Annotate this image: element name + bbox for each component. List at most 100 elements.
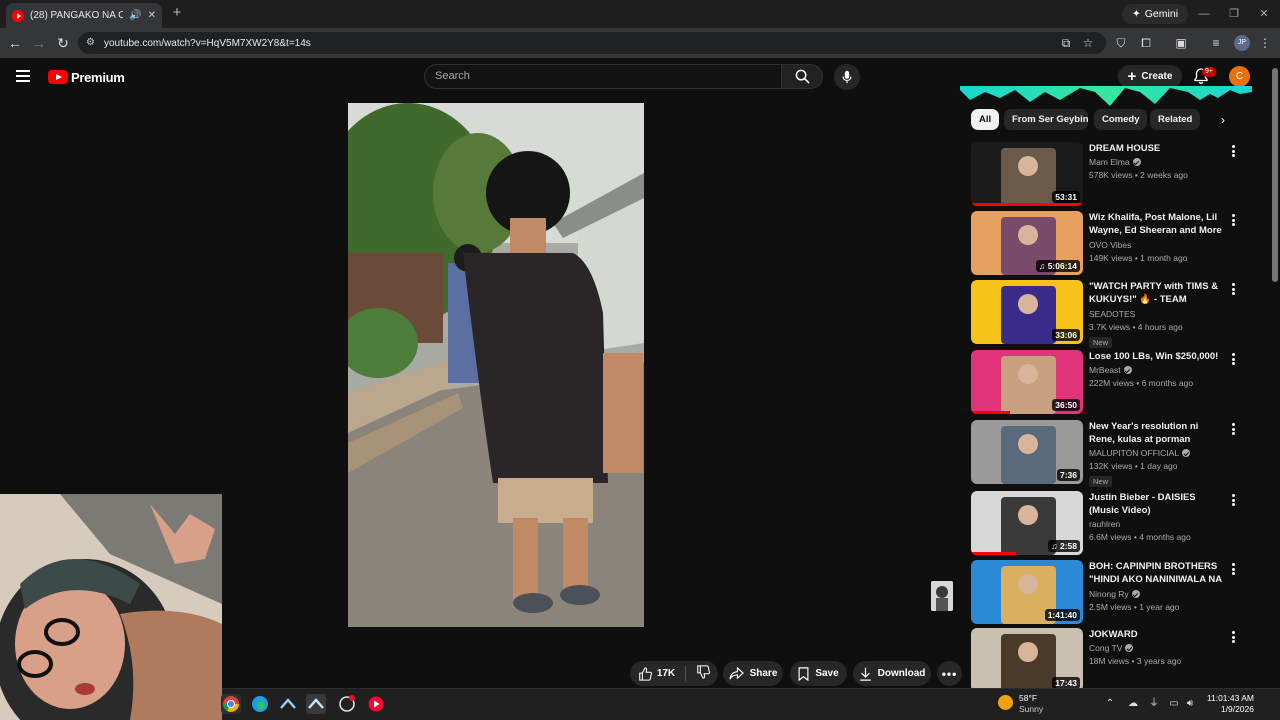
- account-avatar[interactable]: C: [1229, 66, 1250, 87]
- window-close-icon[interactable]: ✕: [1254, 5, 1274, 23]
- video-title[interactable]: BOH: CAPINPIN BROTHERS "HINDI AKO NANINI…: [1089, 560, 1225, 587]
- youtube-music-taskbar-icon[interactable]: [366, 694, 386, 714]
- speaker-icon[interactable]: 🔊: [129, 10, 141, 21]
- back-icon[interactable]: ←: [7, 35, 23, 51]
- hamburger-menu-icon[interactable]: [16, 68, 32, 84]
- video-thumbnail[interactable]: ♫ 2:58: [971, 491, 1083, 555]
- recommendation-item[interactable]: ♫ 2:58 Justin Bieber - DAISIES (Music Vid…: [971, 491, 1241, 555]
- new-tab-icon[interactable]: +: [170, 5, 184, 21]
- more-vertical-icon[interactable]: [1229, 282, 1237, 296]
- video-title[interactable]: "WATCH PARTY with TIMS & KUKUYS!" 🔥 - TE…: [1089, 280, 1225, 307]
- like-button[interactable]: 17K: [638, 666, 675, 681]
- channel-row[interactable]: SEADOTES: [1089, 309, 1225, 319]
- channel-name[interactable]: OVO Vibes: [1089, 240, 1131, 250]
- more-vertical-icon[interactable]: [1229, 630, 1237, 644]
- channel-name[interactable]: rauhlren: [1089, 519, 1120, 529]
- chip-related[interactable]: Related: [1150, 109, 1201, 130]
- browser-profile-avatar[interactable]: JP: [1234, 35, 1250, 51]
- search-input[interactable]: Search: [424, 64, 782, 89]
- gemini-button[interactable]: ✦ Gemini: [1122, 4, 1188, 24]
- channel-row[interactable]: Cong TV: [1089, 643, 1225, 653]
- chip-from-channel[interactable]: From Ser Geybin: [1004, 109, 1088, 130]
- channel-row[interactable]: MrBeast: [1089, 365, 1225, 375]
- recommendation-item[interactable]: 33:06 "WATCH PARTY with TIMS & KUKUYS!" 🔥…: [971, 280, 1241, 348]
- floating-thumbnail[interactable]: [931, 581, 953, 611]
- obs-taskbar-icon[interactable]: [337, 694, 357, 714]
- minimize-icon[interactable]: —: [1194, 5, 1214, 23]
- display-icon[interactable]: ▭: [1168, 698, 1180, 710]
- reload-icon[interactable]: ↻: [55, 35, 71, 51]
- more-vertical-icon[interactable]: [1229, 144, 1237, 158]
- recommendation-item[interactable]: 1:41:40 BOH: CAPINPIN BROTHERS "HINDI AKO…: [971, 560, 1241, 624]
- chevron-right-icon[interactable]: ›: [1214, 111, 1232, 129]
- channel-row[interactable]: rauhlren: [1089, 519, 1225, 529]
- address-bar[interactable]: youtube.com/watch?v=HqV5M7XW2Y8&t=14s: [78, 32, 1106, 54]
- video-player[interactable]: [348, 103, 644, 627]
- channel-row[interactable]: Mam Elma: [1089, 157, 1225, 167]
- channel-name[interactable]: Cong TV: [1089, 643, 1122, 653]
- tab-close-icon[interactable]: ✕: [148, 10, 156, 21]
- more-vertical-icon[interactable]: [1229, 213, 1237, 227]
- onedrive-icon[interactable]: ☁: [1127, 698, 1139, 710]
- weather-condition[interactable]: Sunny: [1019, 704, 1043, 714]
- download-button[interactable]: Download: [853, 661, 931, 686]
- channel-name[interactable]: MALUPITON OFFICIAL: [1089, 448, 1179, 458]
- steam-taskbar-icon[interactable]: [278, 694, 298, 714]
- bookmark-star-icon[interactable]: ☆: [1080, 35, 1096, 51]
- more-actions-button[interactable]: •••: [937, 661, 962, 686]
- tab-search-icon[interactable]: ▣: [1173, 35, 1189, 51]
- channel-row[interactable]: MALUPITON OFFICIAL: [1089, 448, 1225, 458]
- voice-search-button[interactable]: [834, 64, 860, 90]
- channel-name[interactable]: SEADOTES: [1089, 309, 1135, 319]
- more-vertical-icon[interactable]: [1229, 493, 1237, 507]
- channel-name[interactable]: Ninong Ry: [1089, 589, 1129, 599]
- more-vertical-icon[interactable]: [1229, 352, 1237, 366]
- sun-icon[interactable]: [998, 695, 1013, 710]
- video-thumbnail[interactable]: 1:41:40: [971, 560, 1083, 624]
- more-vertical-icon[interactable]: [1229, 562, 1237, 576]
- recommendation-item[interactable]: 7:36 New Year's resolution ni Rene, kulas…: [971, 420, 1241, 487]
- video-title[interactable]: DREAM HOUSE: [1089, 142, 1225, 155]
- forward-icon[interactable]: →: [31, 35, 47, 51]
- scrollbar-thumb[interactable]: [1272, 68, 1278, 282]
- video-thumbnail[interactable]: 53:31: [971, 142, 1083, 206]
- chip-comedy[interactable]: Comedy: [1094, 109, 1148, 130]
- media-control-icon[interactable]: ≡: [1208, 35, 1224, 51]
- search-button[interactable]: [781, 64, 823, 89]
- weather-temperature[interactable]: 58°F: [1019, 693, 1037, 703]
- share-button[interactable]: Share: [723, 661, 783, 686]
- recommendation-item[interactable]: 53:31 DREAM HOUSE Mam Elma 578K views • 2 w…: [971, 142, 1241, 206]
- recommendation-item[interactable]: 36:50 Lose 100 LBs, Win $250,000! MrBeast 2…: [971, 350, 1241, 414]
- maximize-icon[interactable]: ❐: [1224, 5, 1244, 23]
- video-thumbnail[interactable]: 7:36: [971, 420, 1083, 484]
- channel-row[interactable]: Ninong Ry: [1089, 589, 1225, 599]
- volume-icon[interactable]: 🔊︎: [1184, 698, 1196, 710]
- video-thumbnail[interactable]: 17:43: [971, 628, 1083, 692]
- shield-icon[interactable]: ⛉: [1113, 35, 1129, 51]
- channel-name[interactable]: Mam Elma: [1089, 157, 1130, 167]
- install-app-icon[interactable]: ⧉: [1058, 35, 1074, 51]
- recommendation-item[interactable]: 17:43 JOKWARD Cong TV 18M views • 3 years a…: [971, 628, 1241, 692]
- video-title[interactable]: JOKWARD: [1089, 628, 1225, 641]
- channel-row[interactable]: OVO Vibes: [1089, 240, 1225, 250]
- video-title[interactable]: New Year's resolution ni Rene, kulas at …: [1089, 420, 1225, 446]
- video-thumbnail[interactable]: 36:50: [971, 350, 1083, 414]
- clock-date[interactable]: 1/9/2026: [1200, 704, 1254, 714]
- chrome-taskbar-icon[interactable]: [221, 694, 241, 714]
- clock-time[interactable]: 11:01:43 AM: [1200, 693, 1254, 703]
- video-title[interactable]: Lose 100 LBs, Win $250,000!: [1089, 350, 1225, 363]
- video-thumbnail[interactable]: ♫ 5:06:14: [971, 211, 1083, 275]
- save-button[interactable]: Save: [790, 661, 847, 686]
- more-vertical-icon[interactable]: [1229, 422, 1237, 436]
- extensions-icon[interactable]: ⧠: [1138, 35, 1154, 51]
- microphone-tray-icon[interactable]: ⏚: [1148, 698, 1160, 710]
- recommendation-item[interactable]: ♫ 5:06:14 Wiz Khalifa, Post Malone, Lil W…: [971, 211, 1241, 275]
- chip-all[interactable]: All: [971, 109, 1000, 130]
- tray-chevron-up-icon[interactable]: ⌃: [1104, 698, 1116, 710]
- site-info-icon[interactable]: ⚙: [86, 37, 98, 49]
- video-thumbnail[interactable]: 33:06: [971, 280, 1083, 344]
- edge-taskbar-icon[interactable]: [250, 694, 270, 714]
- create-button[interactable]: + Create: [1118, 65, 1182, 88]
- video-title[interactable]: Wiz Khalifa, Post Malone, Lil Wayne, Ed …: [1089, 211, 1225, 238]
- video-title[interactable]: Justin Bieber - DAISIES (Music Video): [1089, 491, 1225, 517]
